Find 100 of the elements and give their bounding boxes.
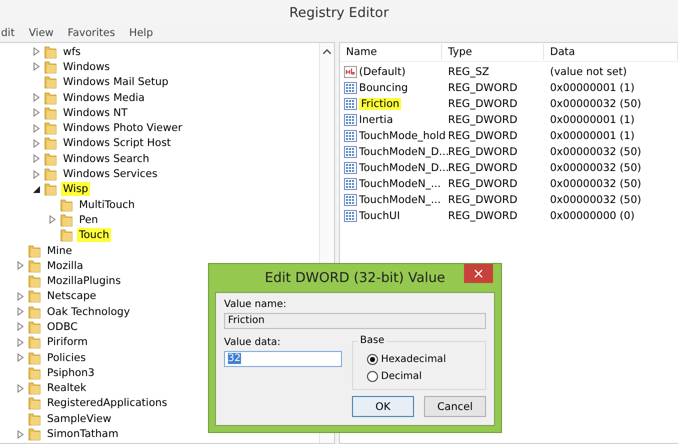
value-row[interactable]: TouchModeN_D...REG_DWORD 0x00000032 (50)	[340, 144, 678, 160]
expand-arrow-icon[interactable]	[16, 430, 25, 439]
folder-icon	[28, 412, 41, 426]
expand-arrow-icon[interactable]	[32, 154, 41, 164]
value-data: 0x00000032 (50)	[549, 162, 642, 174]
tree-item[interactable]: Oak Technology	[45, 304, 132, 319]
value-row[interactable]: Bouncing REG_DWORD 0x00000001 (1)	[340, 80, 678, 96]
expand-arrow-icon[interactable]	[32, 47, 41, 56]
tree-item[interactable]: Wisp	[61, 182, 90, 196]
expand-arrow-icon[interactable]	[32, 124, 41, 133]
value-row[interactable]: Friction REG_DWORD 0x00000032 (50)	[340, 96, 678, 112]
folder-icon	[44, 136, 57, 150]
tree-item[interactable]: Policies	[45, 350, 88, 365]
menu-item[interactable]: dit	[1, 27, 15, 39]
value-row[interactable]: TouchMode_hold REG_DWORD 0x00000001 (1)	[340, 128, 678, 144]
tree-item[interactable]: Pen	[77, 212, 100, 227]
radio-button[interactable]	[367, 354, 378, 365]
value-data: (value not set)	[549, 66, 628, 78]
value-name: TouchModeN_D...	[359, 146, 449, 158]
value-name: Friction	[359, 98, 402, 110]
folder-icon	[28, 366, 41, 380]
tree-item[interactable]: Mine	[45, 244, 74, 258]
tree-item[interactable]: Windows	[61, 60, 112, 74]
tree-item[interactable]: MultiTouch	[77, 198, 137, 212]
tree-item[interactable]: ODBC	[45, 320, 80, 334]
value-data: 0x00000000 (0)	[549, 210, 636, 222]
tree-item[interactable]: Windows Script Host	[61, 136, 173, 150]
radio-label[interactable]: Decimal	[381, 371, 422, 382]
menu-item[interactable]: Favorites	[68, 27, 116, 39]
value-type: REG_DWORD	[447, 194, 518, 206]
column-header[interactable]: Data	[544, 44, 678, 60]
expand-arrow-icon[interactable]	[32, 108, 41, 118]
radio-button[interactable]	[367, 371, 378, 382]
tree-item[interactable]: Touch	[77, 228, 112, 242]
tree-item[interactable]: Piriform	[45, 335, 90, 350]
value-name-field[interactable]: Friction	[224, 313, 486, 329]
cancel-button[interactable]: Cancel	[424, 396, 486, 417]
expand-arrow-icon[interactable]	[16, 322, 25, 332]
tree-item[interactable]: RegisteredApplications	[45, 396, 170, 410]
value-data: 0x00000032 (50)	[549, 146, 642, 158]
binary-value-icon	[344, 162, 357, 174]
expand-arrow-icon[interactable]	[16, 307, 25, 316]
scroll-up-icon[interactable]	[323, 49, 331, 54]
value-row[interactable]: Inertia REG_DWORD 0x00000001 (1)	[340, 112, 678, 128]
column-header[interactable]: Name	[340, 44, 442, 60]
value-data: 0x00000032 (50)	[549, 178, 642, 190]
tree-item[interactable]: Windows Search	[61, 152, 152, 166]
menu-item[interactable]: View	[28, 27, 54, 39]
tree-item[interactable]: Psiphon3	[45, 366, 97, 380]
expand-arrow-icon[interactable]	[48, 215, 57, 224]
value-row[interactable]: (Default) REG_SZ (value not set)	[340, 64, 678, 80]
tree-item[interactable]: MozillaPlugins	[45, 274, 123, 288]
ok-button[interactable]: OK	[352, 396, 414, 417]
folder-icon	[44, 106, 57, 120]
tree-item[interactable]: Windows NT	[61, 106, 130, 120]
expand-arrow-icon[interactable]	[32, 62, 41, 72]
value-data: 0x00000032 (50)	[549, 98, 642, 110]
binary-value-icon	[344, 210, 357, 222]
tree-item[interactable]: Windows Mail Setup	[61, 75, 170, 90]
radio-label[interactable]: Hexadecimal	[381, 354, 446, 365]
expand-arrow-icon[interactable]	[16, 261, 25, 270]
binary-value-icon	[344, 114, 357, 126]
tree-item[interactable]: SimonTatham	[45, 427, 120, 442]
tree-item[interactable]: Mozilla	[45, 258, 86, 273]
expand-arrow-icon[interactable]	[32, 93, 41, 102]
value-row[interactable]: TouchUI REG_DWORD 0x00000000 (0)	[340, 208, 678, 224]
tree-item[interactable]: Windows Services	[61, 167, 160, 182]
binary-value-icon	[344, 130, 357, 142]
value-row[interactable]: TouchModeN_... REG_DWORD 0x00000032 (50)	[340, 192, 678, 208]
value-row[interactable]: TouchModeN_... REG_DWORD 0x00000032 (50)	[340, 176, 678, 192]
value-name: TouchModeN_...	[359, 178, 441, 190]
expand-arrow-icon[interactable]	[16, 338, 25, 347]
folder-icon	[44, 75, 57, 90]
folder-icon	[44, 167, 57, 182]
binary-value-icon	[344, 82, 357, 94]
expand-arrow-icon[interactable]	[16, 384, 25, 393]
binary-value-icon	[344, 98, 357, 110]
value-data: 0x00000001 (1)	[549, 130, 636, 142]
tree-item[interactable]: Netscape	[45, 289, 98, 304]
column-header[interactable]: Type	[442, 44, 544, 60]
tree-item[interactable]: Realtek	[45, 381, 88, 396]
expand-arrow-icon[interactable]	[32, 170, 41, 179]
tree-item[interactable]: Windows Media	[61, 90, 147, 105]
folder-icon	[28, 304, 41, 319]
menu-item[interactable]: Help	[129, 27, 154, 39]
value-row[interactable]: TouchModeN_D...REG_DWORD 0x00000032 (50)	[340, 160, 678, 176]
expand-arrow-icon[interactable]	[16, 353, 25, 362]
expand-arrow-icon[interactable]	[32, 138, 41, 148]
collapse-arrow-icon[interactable]	[32, 184, 41, 194]
tree-item[interactable]: Windows Photo Viewer	[61, 121, 184, 136]
value-data-label: Value data:	[224, 337, 281, 348]
expand-arrow-icon[interactable]	[16, 292, 25, 301]
tree-item[interactable]: SampleView	[45, 412, 114, 426]
value-type: REG_DWORD	[447, 114, 518, 126]
folder-icon	[28, 274, 41, 288]
folder-icon	[60, 212, 73, 227]
folder-icon	[28, 396, 41, 410]
value-data-field[interactable]: 32	[224, 351, 342, 367]
tree-item[interactable]: wfs	[61, 44, 83, 59]
close-button[interactable]: ×	[464, 264, 493, 283]
